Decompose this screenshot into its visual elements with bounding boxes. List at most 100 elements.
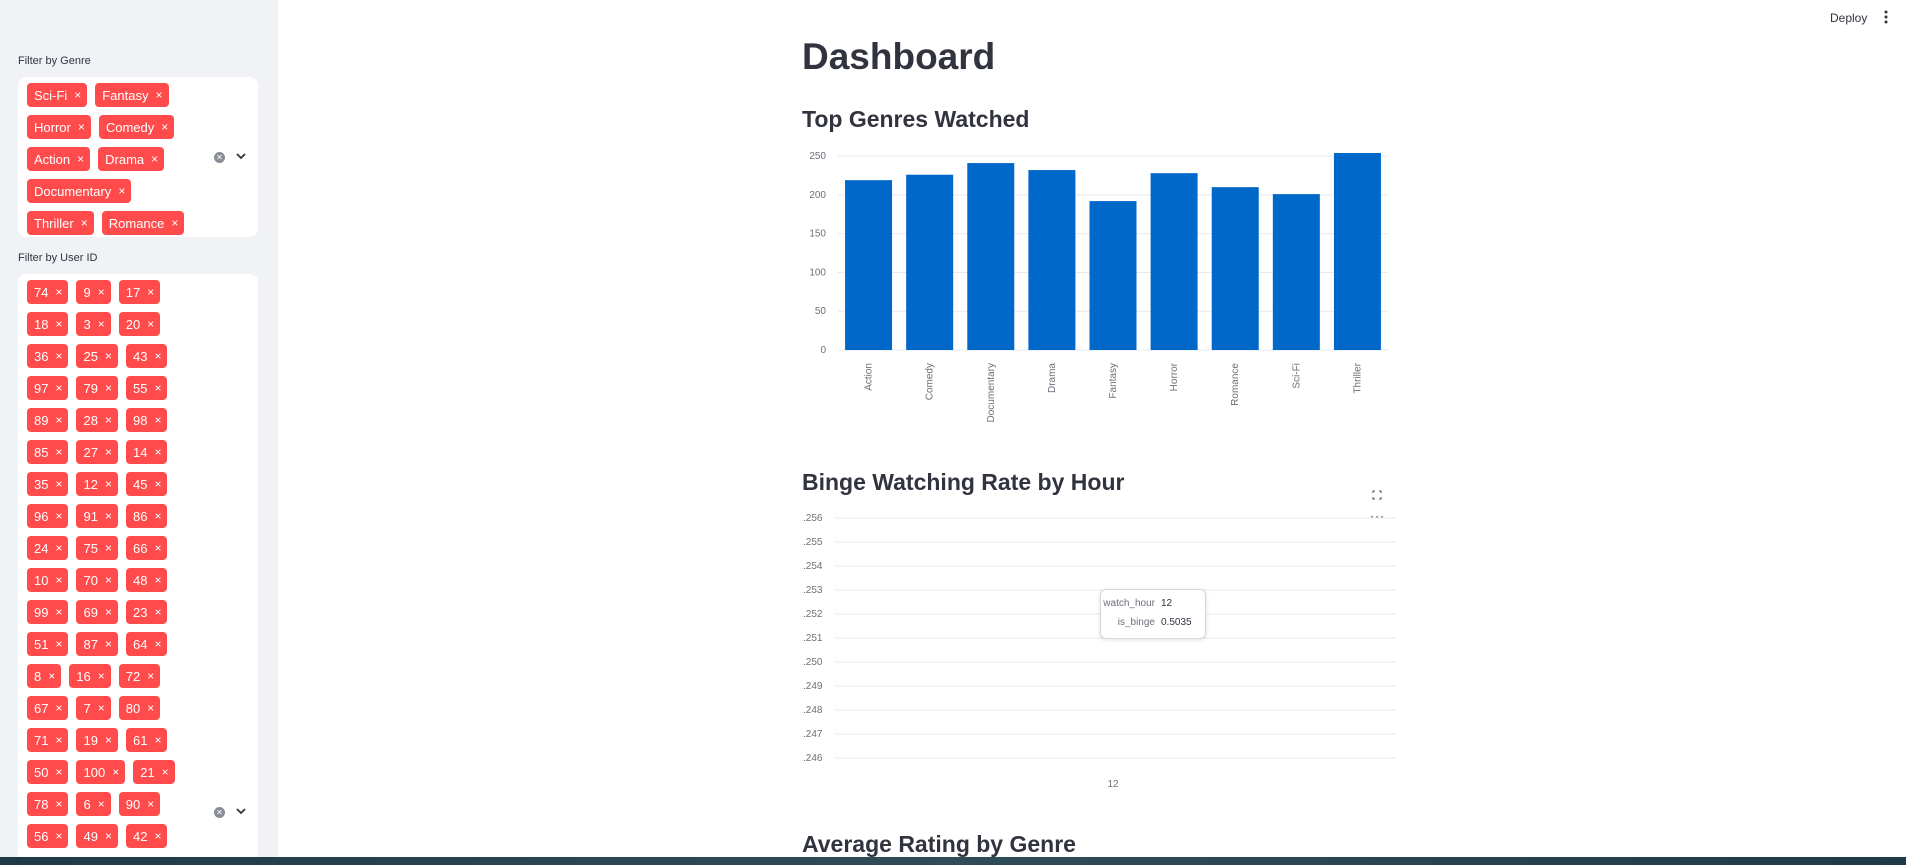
chip-remove-icon[interactable]: × [162, 765, 169, 779]
chip-remove-icon[interactable]: × [154, 541, 161, 555]
chip-remove-icon[interactable]: × [154, 573, 161, 587]
genre-bar-chart[interactable]: 0 50 100 150 200 250 Action Comedy Documentary Dr… [802, 145, 1392, 425]
filter-chip[interactable]: Sci-Fi × [27, 83, 88, 107]
filter-chip[interactable]: 90 × [118, 792, 161, 816]
chip-remove-icon[interactable]: × [105, 637, 112, 651]
chip-remove-icon[interactable]: × [151, 152, 158, 166]
filter-chip[interactable]: 17 × [118, 280, 161, 304]
chip-remove-icon[interactable]: × [147, 701, 154, 715]
chip-remove-icon[interactable]: × [98, 669, 105, 683]
filter-chip[interactable]: 56 × [27, 824, 69, 848]
chip-remove-icon[interactable]: × [55, 605, 62, 619]
filter-chip[interactable]: 21 × [133, 760, 175, 784]
filter-chip[interactable]: 7 × [76, 696, 111, 720]
chip-remove-icon[interactable]: × [154, 605, 161, 619]
chip-remove-icon[interactable]: × [55, 733, 62, 747]
chip-remove-icon[interactable]: × [74, 88, 81, 102]
chip-remove-icon[interactable]: × [55, 765, 62, 779]
chip-remove-icon[interactable]: × [147, 317, 154, 331]
chip-remove-icon[interactable]: × [77, 152, 84, 166]
chip-remove-icon[interactable]: × [78, 120, 85, 134]
filter-chip[interactable]: Thriller × [27, 211, 94, 235]
filter-chip[interactable]: 87 × [76, 632, 118, 656]
chip-remove-icon[interactable]: × [112, 765, 119, 779]
filter-chip[interactable]: 74 × [27, 280, 69, 304]
chip-remove-icon[interactable]: × [55, 829, 62, 843]
chip-remove-icon[interactable]: × [55, 381, 62, 395]
filter-chip[interactable]: 80 × [118, 696, 161, 720]
filter-chip[interactable]: 55 × [125, 376, 168, 400]
user-multiselect[interactable]: 74 × 9 × 17 × 18 × 3 × 20 × 36 × 25 × 43 × 97 × 79 × 55 × 89 × 28 ×… [18, 274, 258, 857]
filter-chip[interactable]: 66 × [125, 536, 168, 560]
filter-chip[interactable]: 36 × [27, 344, 69, 368]
filter-chip[interactable]: 96 × [27, 504, 69, 528]
chip-remove-icon[interactable]: × [105, 541, 112, 555]
filter-chip[interactable]: 14 × [125, 440, 168, 464]
filter-chip[interactable]: Drama × [98, 147, 165, 171]
chip-remove-icon[interactable]: × [55, 573, 62, 587]
chip-remove-icon[interactable]: × [55, 541, 62, 555]
filter-chip[interactable]: 67 × [27, 696, 69, 720]
filter-chip[interactable]: 69 × [76, 600, 118, 624]
chip-remove-icon[interactable]: × [55, 509, 62, 523]
filter-chip[interactable]: 64 × [125, 632, 168, 656]
chip-remove-icon[interactable]: × [98, 285, 105, 299]
chip-remove-icon[interactable]: × [98, 317, 105, 331]
filter-chip[interactable]: 42 × [125, 824, 168, 848]
chip-remove-icon[interactable]: × [147, 797, 154, 811]
filter-chip[interactable]: 16 × [69, 664, 111, 688]
filter-chip[interactable]: Documentary × [27, 179, 132, 203]
chip-remove-icon[interactable]: × [105, 829, 112, 843]
filter-chip[interactable]: 35 × [27, 472, 69, 496]
filter-chip[interactable]: 79 × [76, 376, 118, 400]
chip-remove-icon[interactable]: × [55, 797, 62, 811]
filter-chip[interactable]: 43 × [125, 344, 168, 368]
chip-remove-icon[interactable]: × [105, 477, 112, 491]
chip-remove-icon[interactable]: × [105, 509, 112, 523]
chip-remove-icon[interactable]: × [154, 829, 161, 843]
chip-remove-icon[interactable]: × [154, 637, 161, 651]
chip-remove-icon[interactable]: × [105, 445, 112, 459]
filter-chip[interactable]: Romance × [101, 211, 185, 235]
kebab-menu-icon[interactable] [1880, 9, 1892, 25]
chip-remove-icon[interactable]: × [118, 184, 125, 198]
filter-chip[interactable]: 72 × [118, 664, 161, 688]
chip-remove-icon[interactable]: × [105, 349, 112, 363]
filter-chip[interactable]: 24 × [27, 536, 69, 560]
filter-chip[interactable]: 97 × [27, 376, 69, 400]
chip-remove-icon[interactable]: × [55, 445, 62, 459]
clear-user-icon[interactable]: ✕ [214, 807, 225, 818]
chevron-down-icon[interactable] [234, 149, 248, 163]
filter-chip[interactable]: 27 × [76, 440, 118, 464]
chip-remove-icon[interactable]: × [154, 445, 161, 459]
filter-chip[interactable]: 98 × [125, 408, 168, 432]
chip-remove-icon[interactable]: × [154, 477, 161, 491]
chip-remove-icon[interactable]: × [171, 216, 178, 230]
filter-chip[interactable]: 70 × [76, 568, 118, 592]
chip-remove-icon[interactable]: × [147, 285, 154, 299]
filter-chip[interactable]: 51 × [27, 632, 69, 656]
chip-remove-icon[interactable]: × [55, 317, 62, 331]
filter-chip[interactable]: Fantasy × [95, 83, 169, 107]
chip-remove-icon[interactable]: × [55, 477, 62, 491]
chip-remove-icon[interactable]: × [147, 669, 154, 683]
chip-remove-icon[interactable]: × [55, 637, 62, 651]
chevron-down-icon[interactable] [234, 804, 248, 818]
chip-remove-icon[interactable]: × [154, 413, 161, 427]
filter-chip[interactable]: 78 × [27, 792, 69, 816]
filter-chip[interactable]: 12 × [76, 472, 118, 496]
chip-remove-icon[interactable]: × [105, 413, 112, 427]
clear-genre-icon[interactable]: ✕ [214, 152, 225, 163]
filter-chip[interactable]: 61 × [125, 728, 168, 752]
filter-chip[interactable]: 75 × [76, 536, 118, 560]
chip-remove-icon[interactable]: × [154, 509, 161, 523]
filter-chip[interactable]: 49 × [76, 824, 118, 848]
filter-chip[interactable]: 25 × [76, 344, 118, 368]
genre-multiselect[interactable]: Sci-Fi × Fantasy × Horror × Comedy × Action × Dram… [18, 77, 258, 237]
chip-remove-icon[interactable]: × [105, 381, 112, 395]
filter-chip[interactable]: 10 × [27, 568, 69, 592]
chip-remove-icon[interactable]: × [105, 605, 112, 619]
chip-remove-icon[interactable]: × [105, 573, 112, 587]
chip-remove-icon[interactable]: × [55, 701, 62, 715]
chip-remove-icon[interactable]: × [154, 349, 161, 363]
